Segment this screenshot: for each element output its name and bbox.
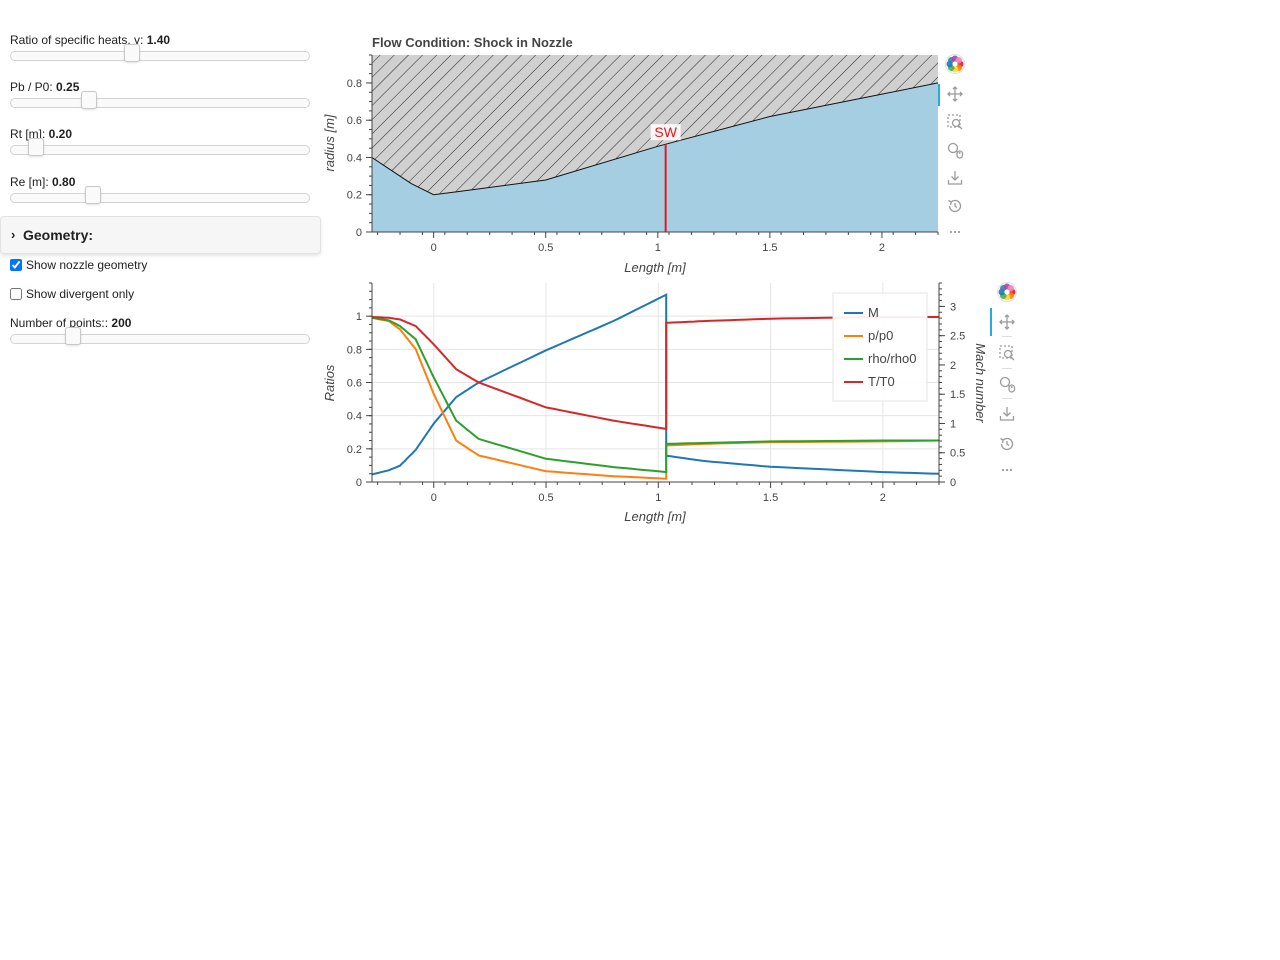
y-right-tick-label: 0.5: [950, 448, 965, 460]
active-tool-indicator: [990, 308, 992, 336]
legend-label: M: [868, 305, 879, 320]
x-tick-label: 0: [431, 492, 437, 504]
legend-label: p/p0: [868, 328, 893, 343]
y-tick-label: 1: [356, 311, 362, 323]
save-icon[interactable]: [940, 166, 970, 190]
flow-ratios-plot[interactable]: 0 0.5 1 1.5 2 0 0.2 0.4 0.6 0.8 1 0 0.5 1 1.5 2 2.5 3 Mp/…: [320, 278, 992, 528]
show-divergent-only-option[interactable]: Show divergent only: [10, 287, 134, 301]
slider-label: Re [m]:: [10, 175, 53, 189]
slider-value: 0.80: [52, 175, 76, 189]
show-nozzle-geometry-option[interactable]: Show nozzle geometry: [10, 258, 147, 272]
x-tick-label: 1.5: [762, 242, 777, 254]
slider-handle[interactable]: [123, 44, 140, 62]
gamma-slider[interactable]: Ratio of specific heats, γ: 1.40: [10, 33, 310, 62]
show-divergent-only-label: Show divergent only: [26, 287, 135, 301]
y-axis-label: radius [m]: [322, 114, 337, 171]
x-tick-label: 1: [655, 492, 661, 504]
toolbar-separator: [1002, 336, 1012, 337]
y-right-tick-label: 2.5: [950, 331, 965, 343]
x-tick-label: 0: [431, 242, 437, 254]
show-nozzle-geometry-label: Show nozzle geometry: [26, 258, 148, 272]
y-tick-label: 0.4: [347, 411, 362, 423]
toolbar-separator: [1002, 368, 1012, 369]
y-tick-label: 0.8: [347, 78, 362, 90]
y-right-tick-label: 2: [950, 360, 956, 372]
y-right-tick-label: 3: [950, 301, 956, 313]
y-tick-label: 0.8: [347, 344, 362, 356]
y-right-tick-label: 1.5: [950, 389, 965, 401]
bokeh-logo-icon: [940, 52, 970, 76]
pb-p0-slider[interactable]: Pb / P0: 0.25: [10, 80, 310, 109]
x-axis-label: Length [m]: [624, 260, 686, 275]
show-divergent-only-checkbox[interactable]: [10, 288, 22, 300]
x-axis-label: Length [m]: [624, 509, 686, 524]
slider-value: 0.20: [48, 127, 73, 141]
pan-icon[interactable]: [940, 82, 970, 106]
x-tick-label: 0.5: [538, 492, 553, 504]
nozzle-geometry-plot[interactable]: Flow Condition: Shock in Nozzle SW 0 0.5 1…: [320, 30, 940, 280]
y-axis-right-label: Mach number: [973, 343, 988, 423]
wheel-zoom-icon[interactable]: [940, 138, 970, 162]
x-tick-label: 2: [880, 492, 886, 504]
rt-slider[interactable]: Rt [m]: 0.20: [10, 127, 310, 156]
slider-track[interactable]: [10, 145, 310, 155]
geometry-accordion[interactable]: › Geometry:: [0, 216, 321, 254]
x-tick-label: 1.5: [763, 492, 778, 504]
y-right-tick-label: 1: [950, 418, 956, 430]
number-of-points-slider[interactable]: Number of points:: 200: [10, 316, 310, 345]
y-tick-label: 0.2: [347, 190, 362, 202]
slider-handle[interactable]: [81, 91, 97, 109]
save-icon[interactable]: [992, 402, 1022, 426]
slider-handle[interactable]: [85, 186, 102, 204]
pan-icon[interactable]: [992, 310, 1022, 334]
re-slider[interactable]: Re [m]: 0.80: [10, 175, 310, 204]
more-icon[interactable]: [992, 458, 1022, 482]
y-right-tick-label: 0: [950, 477, 956, 489]
slider-handle[interactable]: [28, 138, 45, 156]
reset-icon[interactable]: [940, 194, 970, 218]
box-zoom-icon[interactable]: [992, 341, 1022, 365]
slider-track[interactable]: [10, 98, 310, 108]
geometry-accordion-title: Geometry:: [23, 227, 94, 243]
slider-track[interactable]: [10, 51, 310, 61]
box-zoom-icon[interactable]: [940, 110, 970, 134]
x-tick-label: 1: [655, 242, 661, 254]
y-tick-label: 0.6: [347, 378, 362, 390]
bokeh-logo-icon: [992, 280, 1022, 304]
y-tick-label: 0.6: [347, 115, 362, 127]
y-tick-label: 0.4: [347, 152, 362, 164]
y-tick-label: 0: [356, 477, 362, 489]
wheel-zoom-icon[interactable]: [992, 372, 1022, 396]
slider-value: 0.25: [56, 80, 80, 94]
slider-track[interactable]: [10, 193, 310, 203]
toolbar-separator: [1002, 398, 1012, 399]
shock-wave-label: SW: [654, 124, 677, 140]
number-of-points-value: 200: [111, 316, 132, 330]
legend: Mp/p0 rho/rho0 T/T0: [832, 292, 928, 402]
x-tick-label: 0.5: [538, 242, 553, 254]
chevron-right-icon: ›: [11, 227, 16, 242]
slider-track[interactable]: [10, 334, 310, 344]
plot-title: Flow Condition: Shock in Nozzle: [372, 35, 573, 50]
y-tick-label: 0: [356, 227, 362, 239]
slider-label: Pb / P0:: [10, 80, 57, 94]
active-tool-indicator: [938, 84, 940, 106]
slider-value: 1.40: [146, 33, 171, 47]
number-of-points-label: Number of points::: [10, 316, 112, 330]
more-icon[interactable]: [940, 220, 970, 244]
slider-handle[interactable]: [65, 327, 82, 345]
show-nozzle-geometry-checkbox[interactable]: [10, 259, 22, 271]
y-axis-label: Ratios: [322, 364, 337, 401]
reset-icon[interactable]: [992, 432, 1022, 456]
y-tick-label: 0.2: [347, 444, 362, 456]
legend-label: rho/rho0: [868, 351, 916, 366]
legend-label: T/T0: [868, 374, 895, 389]
x-tick-label: 2: [879, 242, 885, 254]
